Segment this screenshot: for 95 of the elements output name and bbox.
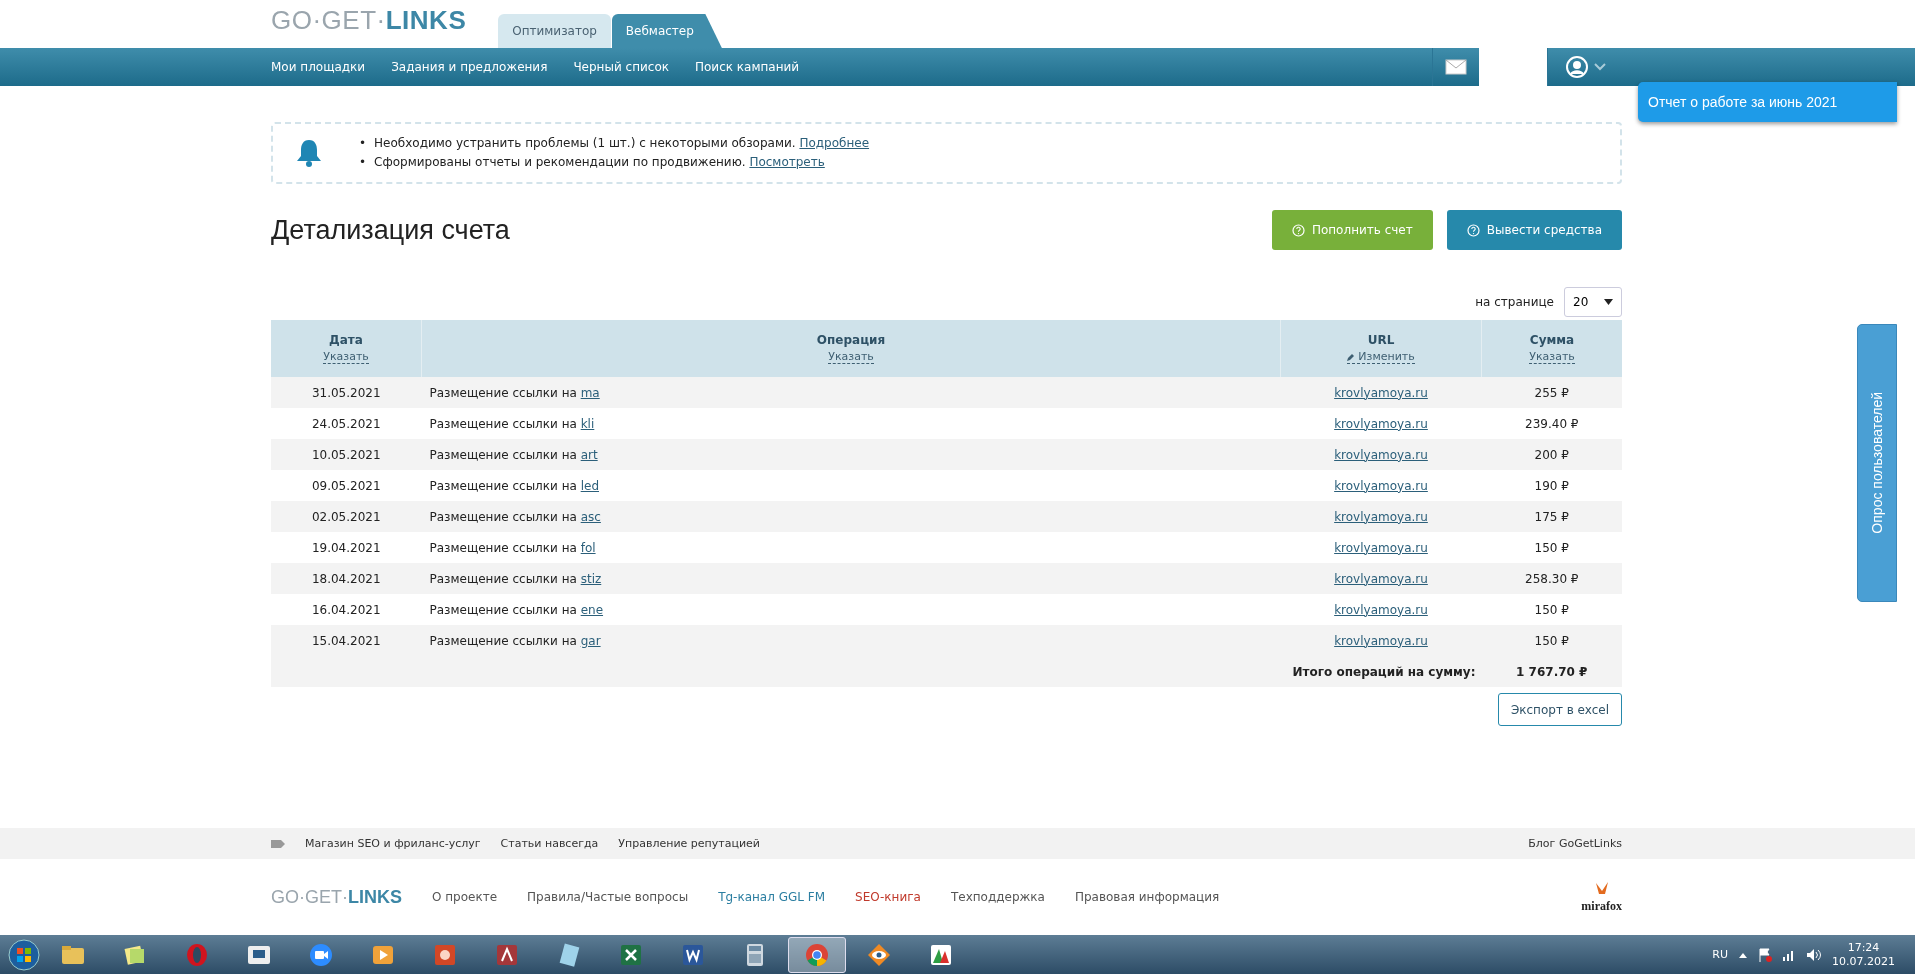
nav-item[interactable]: Задания и предложения <box>391 48 548 86</box>
date-cell: 09.05.2021 <box>271 470 422 501</box>
operation-cell: Размещение ссылки на asc <box>421 501 1281 532</box>
amount-cell: 150 ₽ <box>1481 625 1622 656</box>
url-link[interactable]: krovlyamoya.ru <box>1334 416 1428 431</box>
mirafox-logo[interactable]: mirafox <box>1581 898 1622 914</box>
footer-nav-link[interactable]: SEO-книга <box>855 890 921 904</box>
date-cell: 16.04.2021 <box>271 594 422 625</box>
site-link[interactable]: asc <box>580 509 601 524</box>
speaker-icon[interactable] <box>1806 947 1822 962</box>
column-header: URL Изменить <box>1280 320 1482 377</box>
column-action[interactable]: Указать <box>323 350 369 364</box>
footer-nav-link[interactable]: Техподдержка <box>950 890 1045 904</box>
bullet: • <box>359 135 367 152</box>
column-header: Сумма Указать <box>1481 320 1622 377</box>
footer-nav-link[interactable]: Tg-канал GGL FM <box>718 890 826 904</box>
amount-cell: 239.40 ₽ <box>1481 408 1622 439</box>
footer-logo[interactable]: GO·GET·LINKS <box>271 886 402 908</box>
site-link[interactable]: fol <box>580 540 596 555</box>
footer-nav-link[interactable]: О проекте <box>432 890 498 904</box>
date-cell: 18.04.2021 <box>271 563 422 594</box>
help-icon <box>1466 223 1480 237</box>
footer-link[interactable]: Статьи навсегда <box>500 837 599 850</box>
operation-cell: Размещение ссылки на led <box>421 470 1281 501</box>
per-page-select[interactable]: 20 <box>1564 287 1622 317</box>
amount-cell: 255 ₽ <box>1481 377 1622 408</box>
nav-item[interactable]: Черный список <box>573 48 669 86</box>
amount-cell: 150 ₽ <box>1481 594 1622 625</box>
start-icon[interactable] <box>8 938 40 971</box>
amount-cell: 190 ₽ <box>1481 470 1622 501</box>
total-value: 1 767.70 ₽ <box>1481 656 1622 687</box>
site-link[interactable]: art <box>580 447 598 462</box>
footer-link[interactable]: Управление репутацией <box>618 837 760 850</box>
date-cell: 02.05.2021 <box>271 501 422 532</box>
operation-cell: Размещение ссылки на art <box>421 439 1281 470</box>
operation-cell: Размещение ссылки на ma <box>421 377 1281 408</box>
site-link[interactable]: kli <box>580 416 595 431</box>
page-title: Детализация счета <box>271 214 511 246</box>
flag-icon[interactable] <box>1758 947 1772 962</box>
date-cell: 15.04.2021 <box>271 625 422 656</box>
envelope-icon[interactable] <box>1445 59 1467 75</box>
mode-tab[interactable]: Оптимизатор <box>498 14 611 48</box>
export-button[interactable]: Экспорт в excel <box>1497 693 1622 726</box>
amount-cell: 200 ₽ <box>1481 439 1622 470</box>
logo[interactable]: GO·GET·LINKS <box>271 4 467 36</box>
notice-text: Необходимо устранить проблемы (1 шт.) с некоторыми обзорами. Подробнее <box>374 135 870 152</box>
site-link[interactable]: led <box>580 478 599 493</box>
amount-cell: 258.30 ₽ <box>1481 563 1622 594</box>
user-icon[interactable] <box>1566 56 1588 78</box>
per-page-label: на странице <box>1475 295 1554 309</box>
column-action[interactable]: Указать <box>1529 350 1575 364</box>
mode-tab[interactable]: Вебмастер <box>611 14 722 48</box>
date-cell: 31.05.2021 <box>271 377 422 408</box>
url-link[interactable]: krovlyamoya.ru <box>1334 478 1428 493</box>
column-header: Операция Указать <box>421 320 1281 377</box>
site-link[interactable]: stiz <box>580 571 602 586</box>
help-icon <box>1291 223 1305 237</box>
footer-link[interactable]: Блог GoGetLinks <box>1528 837 1622 850</box>
bullet: • <box>359 154 367 171</box>
tag-icon <box>271 838 285 849</box>
column-header: Дата Указать <box>271 320 422 377</box>
footer-nav-link[interactable]: Правовая информация <box>1074 890 1220 904</box>
footer-nav-link[interactable]: Правила/Частые вопросы <box>527 890 689 904</box>
date-cell: 24.05.2021 <box>271 408 422 439</box>
nav-item[interactable]: Поиск кампаний <box>694 48 800 86</box>
footer-link[interactable]: Магазин SEO и фриланс-услуг <box>305 837 481 850</box>
pencil-icon <box>1347 352 1356 361</box>
action-button[interactable]: Вывести средства <box>1446 210 1622 250</box>
date-cell: 19.04.2021 <box>271 532 422 563</box>
site-link[interactable]: ma <box>580 385 600 400</box>
clock[interactable]: 17:24 10.07.2021 <box>1832 940 1895 969</box>
caret-icon <box>1604 299 1613 305</box>
amount-cell: 175 ₽ <box>1481 501 1622 532</box>
date-cell: 10.05.2021 <box>271 439 422 470</box>
url-link[interactable]: krovlyamoya.ru <box>1334 602 1428 617</box>
operation-cell: Размещение ссылки на ene <box>421 594 1281 625</box>
notice-link[interactable]: Посмотреть <box>749 155 825 169</box>
chevron-icon[interactable] <box>1594 63 1606 71</box>
column-action[interactable]: Указать <box>828 350 874 364</box>
nav-item[interactable]: Мои площадки <box>271 48 366 86</box>
operation-cell: Размещение ссылки на gar <box>421 625 1281 656</box>
amount-cell: 150 ₽ <box>1481 532 1622 563</box>
site-link[interactable]: ene <box>580 602 604 617</box>
operation-cell: Размещение ссылки на kli <box>421 408 1281 439</box>
notice-link[interactable]: Подробнее <box>799 136 870 150</box>
column-action[interactable]: Изменить <box>1347 350 1415 364</box>
language-indicator[interactable]: RU <box>1712 948 1728 961</box>
operation-cell: Размещение ссылки на fol <box>421 532 1281 563</box>
total-label: Итого операций на сумму: <box>1280 656 1482 687</box>
site-link[interactable]: gar <box>580 633 601 648</box>
bell-icon <box>295 138 323 168</box>
url-link[interactable]: krovlyamoya.ru <box>1334 540 1428 555</box>
notice-text: Сформированы отчеты и рекомендации по продвижению. Посмотреть <box>374 154 825 171</box>
signal-icon[interactable] <box>1782 948 1796 961</box>
operation-cell: Размещение ссылки на stiz <box>421 563 1281 594</box>
